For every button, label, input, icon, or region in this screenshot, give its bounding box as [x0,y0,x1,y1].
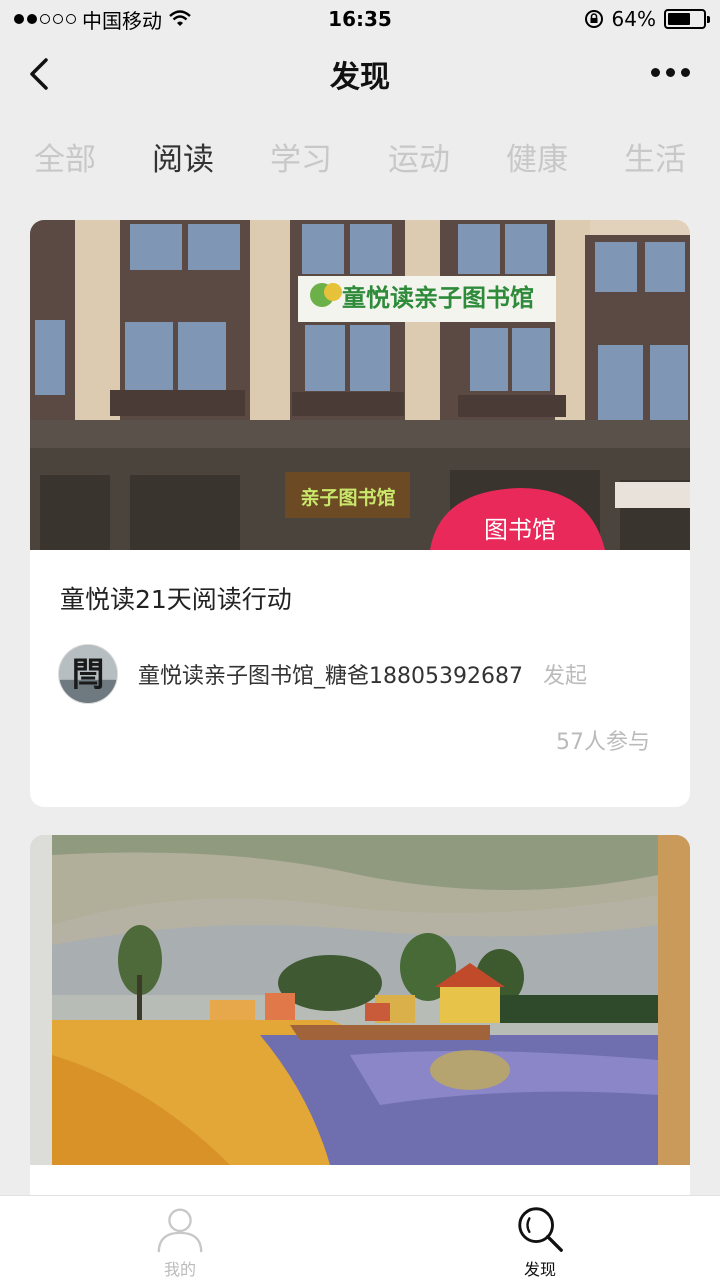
tab-life[interactable]: 生活 [596,132,714,188]
activity-card[interactable]: 童悦读亲子图书馆 亲子图书馆 图书馆 童悦读21天阅读行动 閆 童悦读亲子图书馆… [30,220,690,807]
nav-bar: 发现 [0,38,720,110]
wifi-icon [169,10,191,26]
shop-sign-text: 亲子图书馆 [300,486,395,509]
more-options-icon[interactable] [651,68,690,77]
tab-all[interactable]: 全部 [6,132,124,188]
card-cover-image: 童悦读亲子图书馆 亲子图书馆 图书馆 [30,220,690,550]
tab-discover[interactable]: 发现 [360,1196,720,1280]
search-icon [518,1207,563,1252]
tab-mine-label: 我的 [163,1260,196,1279]
carrier-name: 中国移动 [82,8,162,33]
tab-discover-label: 发现 [523,1260,556,1279]
rotation-lock-icon [584,10,603,28]
back-arrow-icon[interactable] [22,54,62,94]
building-sign-text: 童悦读亲子图书馆 [342,284,534,312]
user-icon [157,1208,203,1253]
status-left: 中国移动 [14,5,192,34]
tab-reading[interactable]: 阅读 [124,132,242,188]
page-title: 发现 [330,60,390,95]
library-badge-text: 图书馆 [484,516,556,544]
signal-strength-icon [14,14,76,24]
battery-icon [664,9,710,29]
author-tag: 发起 [542,664,587,689]
author-name[interactable]: 童悦读亲子图书馆_糖爸18805392687 [138,658,523,690]
author-row: 閆 童悦读亲子图书馆_糖爸18805392687 发起 [58,644,587,704]
status-right: 64% [584,7,710,31]
activity-card[interactable] [30,835,690,1215]
avatar[interactable]: 閆 [58,644,118,704]
tab-sports[interactable]: 运动 [360,132,478,188]
participants-count: 57人参与 [556,730,650,755]
status-bar: 中国移动 16:35 64% [0,0,720,38]
tab-mine[interactable]: 我的 [0,1196,360,1280]
category-tabs: 全部 阅读 学习 运动 健康 生活 [0,132,720,188]
tab-health[interactable]: 健康 [478,132,596,188]
card-title: 童悦读21天阅读行动 [60,585,292,614]
svg-text:閆: 閆 [72,655,105,694]
bottom-tab-bar: 我的 发现 [0,1195,720,1280]
battery-percent: 64% [611,7,656,31]
tab-study[interactable]: 学习 [242,132,360,188]
card-cover-image [30,835,690,1165]
battery-fill [668,13,690,25]
